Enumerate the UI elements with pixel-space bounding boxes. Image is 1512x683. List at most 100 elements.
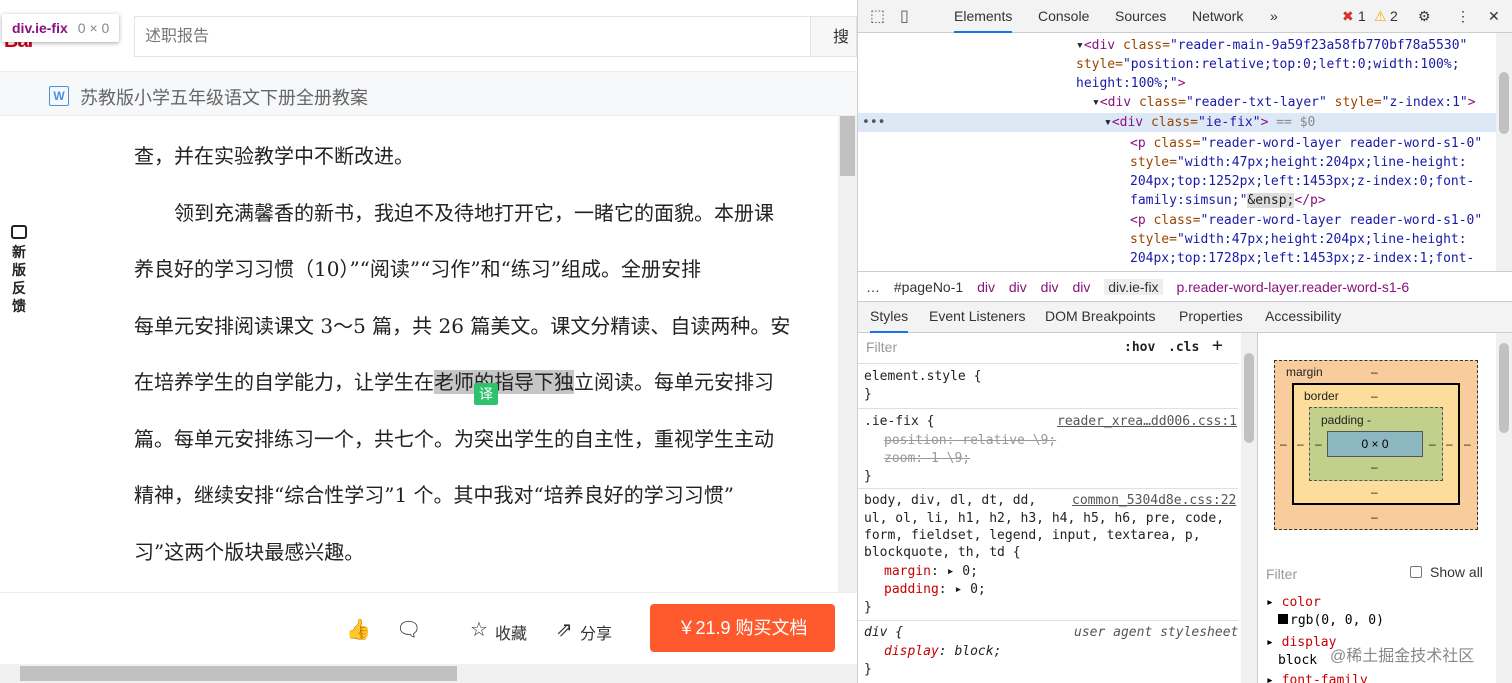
collect-label[interactable]: 收藏	[495, 620, 527, 644]
tab-console[interactable]: Console	[1038, 8, 1089, 24]
tab-accessibility[interactable]: Accessibility	[1265, 308, 1341, 324]
comment-icon[interactable]: 🗨	[396, 617, 421, 641]
breadcrumb-item[interactable]: div	[977, 279, 995, 295]
dom-line[interactable]: family:simsun;"&ensp;</p>	[1130, 191, 1326, 210]
device-toolbar-icon[interactable]: ▯	[900, 6, 909, 25]
horizontal-scrollbar-thumb[interactable]	[20, 666, 457, 681]
breadcrumb-item[interactable]: div	[1072, 279, 1090, 295]
devtools-panel: ⬚ ▯ Elements Console Sources Network » ✖…	[857, 0, 1512, 683]
reset-selector[interactable]: blockquote, th, td {	[864, 544, 1021, 561]
tab-properties[interactable]: Properties	[1179, 308, 1243, 324]
highlighted-text[interactable]: 老师的指导下独	[434, 370, 574, 394]
buy-document-button[interactable]: ￥21.9 购买文档	[650, 604, 835, 652]
hov-button[interactable]: :hov	[1124, 339, 1155, 356]
dom-line[interactable]: <p class="reader-word-layer reader-word-…	[1130, 211, 1482, 230]
styles-filter-input[interactable]: Filter	[866, 339, 897, 355]
dom-line[interactable]: 204px;top:1252px;left:1453px;z-index:0;f…	[1130, 172, 1474, 191]
display-prop[interactable]: display: block;	[884, 643, 1001, 660]
breadcrumb-item[interactable]: #pageNo-1	[894, 279, 963, 295]
error-count[interactable]: 1	[1358, 8, 1366, 24]
breadcrumb-more[interactable]: …	[866, 279, 880, 295]
margin-prop[interactable]: margin: ▸ 0;	[884, 563, 978, 580]
search-button[interactable]: 搜	[810, 16, 857, 57]
breadcrumb-item-selected[interactable]: div.ie-fix	[1104, 279, 1163, 295]
padding-right-value: –	[1429, 437, 1436, 451]
reset-selector[interactable]: form, fieldset, legend, input, textarea,…	[864, 527, 1201, 544]
watermark: @稀土掘金技术社区	[1330, 648, 1475, 665]
share-icon[interactable]: ⇗	[556, 617, 573, 641]
dom-line[interactable]: 204px;top:1728px;left:1453px;z-index:1;f…	[1130, 249, 1474, 268]
tab-elements[interactable]: Elements	[954, 8, 1013, 33]
dom-scrollbar-thumb[interactable]	[1499, 72, 1509, 134]
close-icon[interactable]: ✕	[1488, 8, 1500, 25]
padding-prop[interactable]: padding: ▸ 0;	[884, 581, 986, 598]
show-all-checkbox[interactable]	[1410, 566, 1422, 578]
computed-filter-input[interactable]: Filter	[1266, 566, 1297, 582]
computed-color[interactable]: ▸ color	[1266, 594, 1321, 611]
feedback-char: 反	[12, 280, 26, 296]
iefix-selector[interactable]: .ie-fix {	[864, 413, 934, 430]
text-segment: 立阅读。每单元安排习	[574, 370, 774, 394]
breadcrumb-item[interactable]: div	[1009, 279, 1027, 295]
breadcrumb-item[interactable]: div	[1041, 279, 1059, 295]
feedback-button[interactable]: 新 版 反 馈	[6, 225, 32, 315]
computed-display[interactable]: ▸ display	[1266, 634, 1336, 651]
reset-selector[interactable]: body, div, dl, dt, dd,	[864, 492, 1036, 509]
styles-scrollbar-thumb[interactable]	[1244, 353, 1254, 443]
breadcrumb-item[interactable]: p.reader-word-layer.reader-word-s1-6	[1176, 279, 1409, 295]
text-line: 养良好的学习习惯（10）”“阅读”“习作”和“练习”组成。全册安排	[134, 257, 702, 281]
margin-label: margin	[1286, 365, 1323, 379]
iefix-prop-zoom[interactable]: zoom: 1 \9;	[884, 450, 970, 467]
page-scrollbar-thumb[interactable]	[840, 116, 855, 176]
dom-line[interactable]: height:100%;">	[1076, 74, 1186, 93]
error-icon[interactable]: ✖	[1342, 8, 1354, 25]
color-swatch-icon[interactable]	[1278, 614, 1288, 624]
styles-subtabs: Styles Event Listeners DOM Breakpoints P…	[858, 302, 1512, 333]
inspect-element-icon[interactable]: ⬚	[870, 6, 885, 25]
dom-line[interactable]: ▾<div class="reader-txt-layer" style="z-…	[1092, 93, 1476, 112]
thumbs-up-icon[interactable]: 👍	[346, 617, 371, 641]
dom-line[interactable]: ▾<div class="reader-main-9a59f23a58fb770…	[1076, 36, 1467, 55]
element-style-selector[interactable]: element.style {	[864, 368, 981, 385]
search-input[interactable]	[134, 16, 810, 57]
add-rule-icon[interactable]: +	[1212, 337, 1223, 355]
text-line: 每单元安排阅读课文 3～5 篇，共 26 篇美文。课文分精读、自读两种。安	[134, 313, 791, 338]
more-options-icon[interactable]: ⋮	[1456, 8, 1470, 25]
tab-styles[interactable]: Styles	[870, 308, 909, 333]
div-selector[interactable]: div {	[864, 624, 903, 641]
box-content[interactable]: 0 × 0	[1327, 431, 1423, 457]
dom-line[interactable]: style="width:47px;height:204px;line-heig…	[1130, 153, 1467, 172]
warning-icon[interactable]: ⚠	[1374, 8, 1387, 25]
top-bar: Bai 搜	[0, 0, 857, 72]
iefix-source-link[interactable]: reader_xrea…dd006.css:1	[1057, 413, 1237, 430]
cls-button[interactable]: .cls	[1168, 339, 1199, 356]
padding-label: padding -	[1321, 413, 1372, 427]
tab-dom-breakpoints[interactable]: DOM Breakpoints	[1045, 308, 1155, 324]
boxmodel-scrollbar-thumb[interactable]	[1499, 343, 1509, 433]
star-icon[interactable]: ☆	[470, 617, 488, 641]
computed-display-value: block	[1278, 653, 1318, 668]
translate-badge[interactable]: 译	[474, 383, 498, 405]
more-tabs-icon[interactable]: »	[1270, 8, 1278, 24]
box-model-pane: 0 × 0 margin – border – padding - – – – …	[1258, 333, 1512, 683]
reset-selector[interactable]: ul, ol, li, h1, h2, h3, h4, h5, h6, pre,…	[864, 510, 1224, 527]
share-label[interactable]: 分享	[580, 620, 612, 644]
word-doc-icon: W	[49, 86, 69, 106]
computed-font[interactable]: ▸ font-family	[1266, 672, 1368, 683]
gear-icon[interactable]: ⚙	[1418, 8, 1431, 25]
separator	[858, 363, 1238, 364]
dom-line-selected[interactable]: ▾<div class="ie-fix"> == $0	[1104, 113, 1315, 132]
dom-line[interactable]: style="position:relative;top:0;left:0;wi…	[1076, 55, 1460, 74]
common-source-link[interactable]: common_5304d8e.css:22	[1072, 492, 1236, 509]
dom-line[interactable]: style="width:47px;height:204px;line-heig…	[1130, 230, 1467, 249]
dom-ellipsis-icon[interactable]: •••	[862, 113, 885, 132]
dom-scrollbar[interactable]	[1496, 33, 1512, 271]
tab-network[interactable]: Network	[1192, 8, 1243, 24]
tab-event-listeners[interactable]: Event Listeners	[929, 308, 1026, 324]
tab-sources[interactable]: Sources	[1115, 8, 1166, 24]
page-scrollbar[interactable]	[838, 116, 857, 592]
dom-line[interactable]: <p class="reader-word-layer reader-word-…	[1130, 134, 1482, 153]
warning-count[interactable]: 2	[1390, 8, 1398, 24]
border-bottom-value: –	[1371, 485, 1378, 499]
iefix-prop-position[interactable]: position: relative \9;	[884, 432, 1056, 449]
